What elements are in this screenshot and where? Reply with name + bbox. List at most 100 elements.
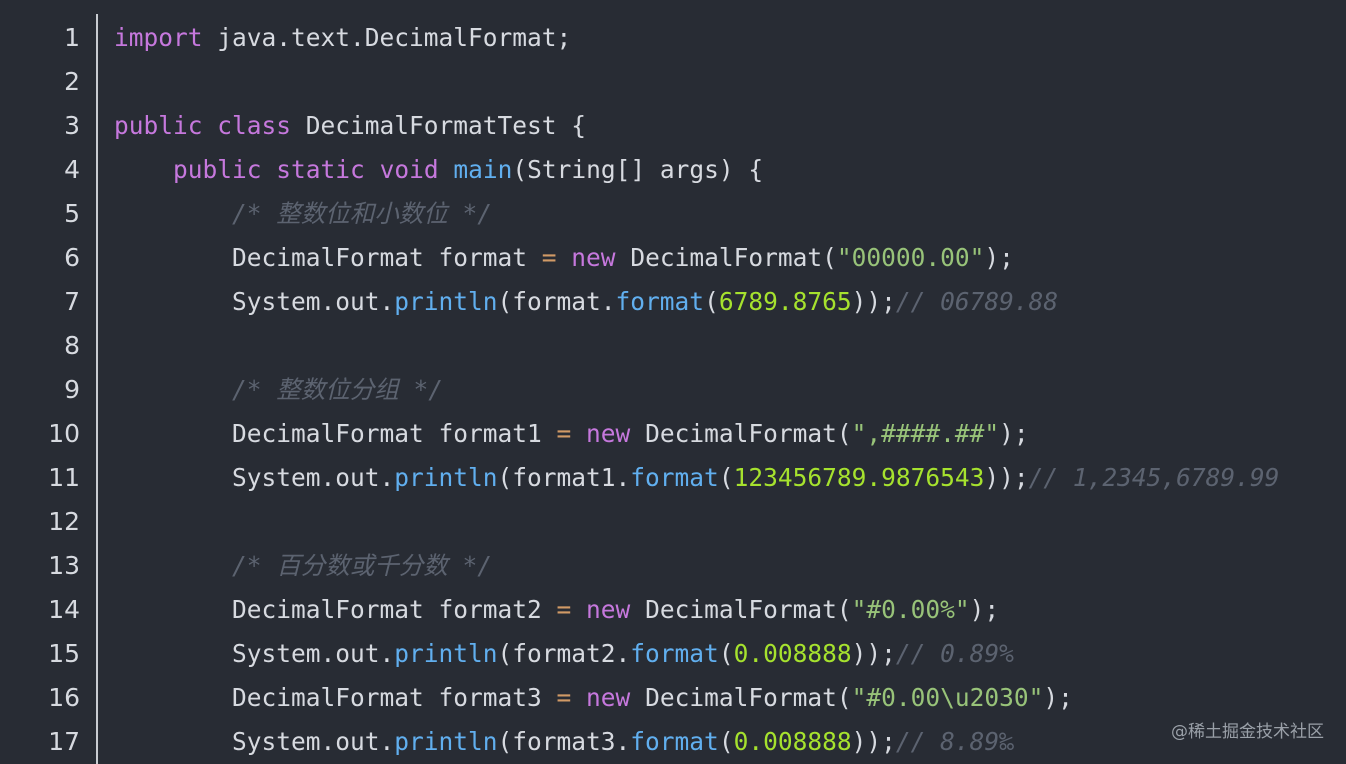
code-line[interactable]: 15 System.out.println(format2.format(0.0… (0, 632, 1346, 676)
line-number: 5 (64, 199, 80, 228)
code-token: // 06789.88 (895, 287, 1059, 316)
code-token: /* 百分数或千分数 */ (232, 551, 493, 580)
code-token: // 1,2345,6789.99 (1028, 463, 1280, 492)
code-text[interactable]: /* 整数位分组 */ (114, 368, 443, 412)
code-line[interactable]: 11 System.out.println(format1.format(123… (0, 456, 1346, 500)
code-token: format (630, 463, 719, 492)
code-line[interactable]: 1 import java.text.DecimalFormat; (0, 16, 1346, 60)
line-number: 15 (48, 639, 80, 668)
code-line[interactable]: 9 /* 整数位分组 */ (0, 368, 1346, 412)
code-token: ); (1043, 683, 1073, 712)
code-token: DecimalFormat( (615, 243, 837, 272)
code-token: new (586, 419, 631, 448)
code-token: DecimalFormatTest { (291, 111, 587, 140)
code-line[interactable]: 6 DecimalFormat format = new DecimalForm… (0, 236, 1346, 280)
code-token: // 0.89% (895, 639, 1014, 668)
code-text[interactable]: System.out.println(format.format(6789.87… (114, 280, 1058, 324)
line-number: 16 (48, 683, 80, 712)
code-line[interactable]: 5 /* 整数位和小数位 */ (0, 192, 1346, 236)
code-text[interactable]: /* 百分数或千分数 */ (114, 544, 492, 588)
code-token: ",####.##" (851, 419, 1000, 448)
code-token: DecimalFormat( (630, 683, 852, 712)
code-token: = (556, 683, 572, 712)
code-token: // 8.89‰ (895, 727, 1014, 756)
code-token: public (173, 155, 262, 184)
code-text[interactable]: DecimalFormat format3 = new DecimalForma… (114, 676, 1073, 720)
code-token: format (630, 727, 719, 756)
code-text[interactable]: public static void main(String[] args) { (114, 148, 763, 192)
code-token: void (379, 155, 439, 184)
line-number: 1 (64, 23, 80, 52)
code-token: (format1. (497, 463, 631, 492)
code-text[interactable]: DecimalFormat format = new DecimalFormat… (114, 236, 1014, 280)
code-line[interactable]: 17 System.out.println(format3.format(0.0… (0, 720, 1346, 764)
code-text[interactable]: /* 整数位和小数位 */ (114, 192, 492, 236)
code-token: )); (984, 463, 1029, 492)
code-token: class (217, 111, 292, 140)
code-line[interactable]: 14 DecimalFormat format2 = new DecimalFo… (0, 588, 1346, 632)
code-token: println (394, 287, 498, 316)
code-line[interactable]: 3 public class DecimalFormatTest { (0, 104, 1346, 148)
code-line[interactable]: 8 (0, 324, 1346, 368)
code-token: System.out. (114, 287, 395, 316)
code-token: System.out. (114, 463, 395, 492)
code-token: println (394, 639, 498, 668)
code-text[interactable]: DecimalFormat format2 = new DecimalForma… (114, 588, 999, 632)
code-token: )); (851, 639, 896, 668)
code-token: println (394, 463, 498, 492)
code-token: (format3. (497, 727, 631, 756)
code-token: )); (851, 727, 896, 756)
code-token: 6789.8765 (718, 287, 852, 316)
code-token: DecimalFormat format2 (114, 595, 557, 624)
line-number: 9 (64, 375, 80, 404)
code-token: ); (969, 595, 1000, 624)
code-token: = (556, 419, 572, 448)
line-number: 3 (64, 111, 80, 140)
code-line[interactable]: 13 /* 百分数或千分数 */ (0, 544, 1346, 588)
code-token: DecimalFormat format (114, 243, 542, 272)
code-line[interactable]: 12 (0, 500, 1346, 544)
line-number: 11 (48, 463, 80, 492)
code-token: "00000.00" (836, 243, 985, 272)
code-token: (format. (497, 287, 616, 316)
code-token: 0.008888 (733, 727, 852, 756)
code-token: DecimalFormat format1 (114, 419, 557, 448)
code-token: ( (704, 287, 719, 316)
code-text[interactable]: System.out.println(format3.format(0.0088… (114, 720, 1014, 764)
code-text[interactable]: public class DecimalFormatTest { (114, 104, 586, 148)
code-token: ( (718, 463, 734, 492)
code-token: (format2. (497, 639, 631, 668)
line-number: 17 (48, 727, 80, 756)
code-token: /* 整数位分组 */ (232, 375, 444, 404)
code-token: )); (851, 287, 896, 316)
code-line[interactable]: 2 (0, 60, 1346, 104)
code-token: new (571, 243, 616, 272)
code-token: = (541, 243, 557, 272)
code-token: 0.008888 (733, 639, 852, 668)
code-text[interactable]: System.out.println(format2.format(0.0088… (114, 632, 1014, 676)
code-token: format (630, 639, 719, 668)
code-line[interactable]: 7 System.out.println(format.format(6789.… (0, 280, 1346, 324)
code-editor[interactable]: 1 import java.text.DecimalFormat; 2 3 public… (0, 0, 1346, 764)
code-line[interactable]: 16 DecimalFormat format3 = new DecimalFo… (0, 676, 1346, 720)
line-number: 7 (64, 287, 80, 316)
code-token: = (556, 595, 572, 624)
code-token: DecimalFormat( (630, 595, 852, 624)
code-text[interactable]: DecimalFormat format1 = new DecimalForma… (114, 412, 1029, 456)
code-line[interactable]: 10 DecimalFormat format1 = new DecimalFo… (0, 412, 1346, 456)
code-token: (String[] args) { (512, 155, 764, 184)
code-token: ( (718, 727, 734, 756)
code-text[interactable]: System.out.println(format1.format(123456… (114, 456, 1279, 500)
code-text[interactable]: import java.text.DecimalFormat; (114, 16, 571, 60)
code-token: import (114, 23, 203, 52)
code-token: ( (718, 639, 734, 668)
code-line[interactable]: 4 public static void main(String[] args)… (0, 148, 1346, 192)
